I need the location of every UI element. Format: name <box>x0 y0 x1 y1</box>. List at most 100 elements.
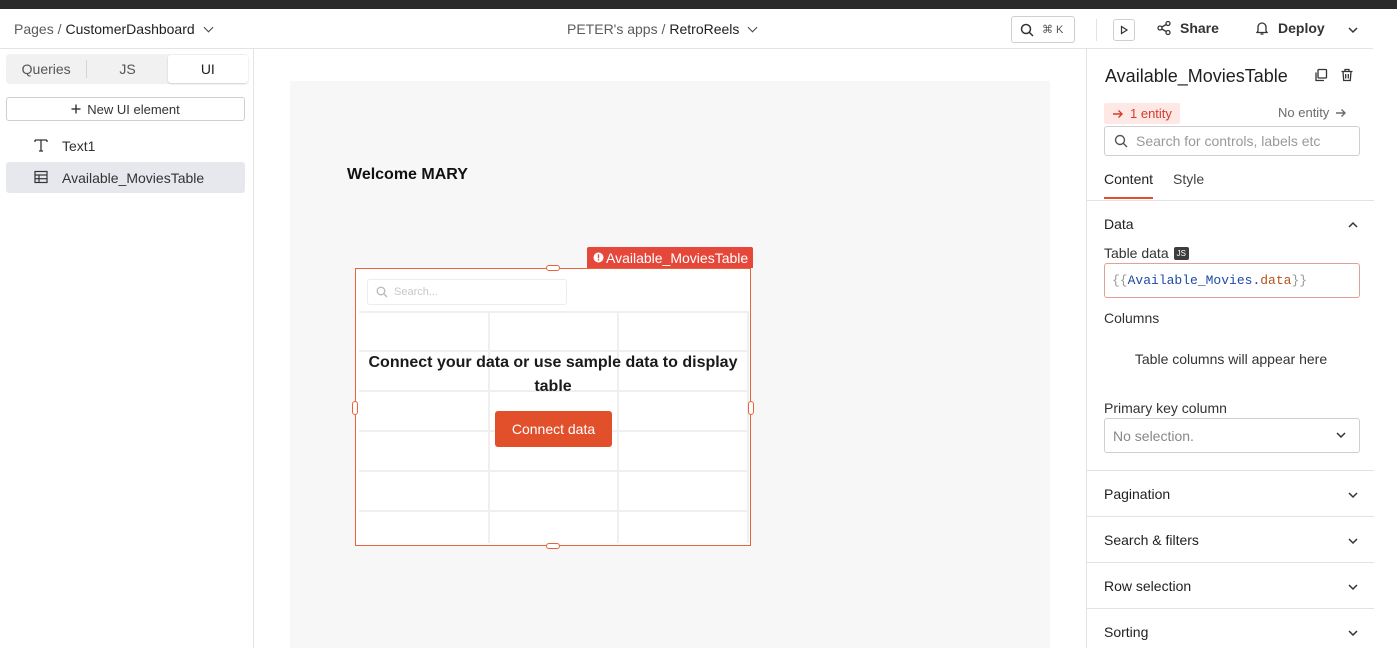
tree-item-label: Available_MoviesTable <box>62 169 205 186</box>
table-search-placeholder: Search... <box>394 286 439 298</box>
widget-name-label: Available_MoviesTable <box>606 249 749 266</box>
binding-open: {{ <box>1112 273 1128 288</box>
columns-placeholder: Table columns will appear here <box>1134 351 1328 367</box>
chevron-down-icon <box>1336 432 1346 439</box>
available-moviestable-widget[interactable]: Search... Connect your data or use sampl… <box>355 268 751 546</box>
app-header: Pages / CustomerDashboard PETER's apps /… <box>0 9 1373 49</box>
new-ui-element-button[interactable]: New UI element <box>6 97 245 121</box>
binding-close: }} <box>1291 273 1308 288</box>
no-entity-label: No entity <box>1278 105 1330 120</box>
binding-object: Available_Movies <box>1127 273 1253 288</box>
js-toggle-badge[interactable]: JS <box>1173 246 1189 260</box>
search-filters-section-title[interactable]: Search & filters <box>1104 532 1199 548</box>
section-divider <box>1087 470 1375 471</box>
columns-label: Columns <box>1104 310 1160 326</box>
app-name: RetroReels <box>669 21 740 37</box>
header-divider <box>1096 19 1097 41</box>
share-button[interactable]: Share <box>1156 20 1219 36</box>
workspace-name: PETER's apps / <box>567 21 666 37</box>
copy-icon[interactable] <box>1314 68 1328 82</box>
background-window <box>1374 9 1397 49</box>
connect-data-button[interactable]: Connect data <box>495 411 612 447</box>
table-data-input[interactable]: {{Available_Movies. data}} <box>1104 263 1360 298</box>
chevron-down-icon[interactable] <box>1347 489 1359 501</box>
chevron-down-icon[interactable] <box>1347 581 1359 593</box>
property-pane: Available_MoviesTable 1 entity No entity… <box>1086 49 1375 648</box>
sidebar-tabs: Queries JS UI <box>6 55 248 83</box>
table-grid-line <box>359 510 747 512</box>
primary-key-label: Primary key column <box>1104 400 1227 416</box>
data-section-title[interactable]: Data <box>1104 216 1134 232</box>
background-window-edge <box>1374 49 1397 648</box>
property-pane-title[interactable]: Available_MoviesTable <box>1105 66 1288 87</box>
table-icon <box>34 170 48 184</box>
tab-queries[interactable]: Queries <box>6 55 86 83</box>
tree-item-available-moviestable[interactable]: Available_MoviesTable <box>6 162 245 193</box>
primary-key-select[interactable]: No selection. <box>1104 418 1360 453</box>
deploy-options-button[interactable] <box>1347 23 1359 41</box>
text-icon <box>34 139 48 152</box>
empty-table-message: Connect your data or use sample data to … <box>368 354 738 395</box>
omnibar-search-button[interactable]: ⌘ K <box>1011 16 1075 43</box>
app-breadcrumb[interactable]: PETER's apps / RetroReels <box>567 21 760 37</box>
left-sidebar: Queries JS UI New UI element Text1 Avail… <box>0 49 254 648</box>
resize-handle-right[interactable] <box>748 401 754 415</box>
arrow-right-icon <box>1336 108 1347 117</box>
entity-badge[interactable]: 1 entity <box>1104 103 1180 124</box>
page-name: CustomerDashboard <box>65 21 195 37</box>
tab-style[interactable]: Style <box>1173 171 1204 199</box>
deploy-label: Deploy <box>1278 20 1325 36</box>
primary-key-value: No selection. <box>1113 427 1194 444</box>
pagination-section-title[interactable]: Pagination <box>1104 486 1170 502</box>
chevron-up-icon[interactable] <box>1347 219 1359 231</box>
search-icon <box>1020 23 1034 37</box>
bell-icon <box>1255 22 1269 35</box>
deploy-button[interactable]: Deploy <box>1254 20 1325 36</box>
table-grid-line <box>617 311 619 543</box>
page-breadcrumb[interactable]: Pages / CustomerDashboard <box>14 21 216 37</box>
section-divider <box>1087 516 1375 517</box>
chevron-down-icon[interactable] <box>1347 535 1359 547</box>
widget-name-tag[interactable]: Available_MoviesTable <box>587 247 754 268</box>
preview-button[interactable] <box>1113 19 1135 41</box>
pages-label: Pages / <box>14 21 62 37</box>
chevron-down-icon[interactable] <box>1347 627 1359 639</box>
table-grid-line <box>359 311 747 313</box>
share-icon <box>1157 20 1171 36</box>
table-search-input[interactable]: Search... <box>367 279 567 305</box>
property-tabs: Content Style <box>1104 171 1204 199</box>
new-ui-element-label: New UI element <box>87 101 180 117</box>
tab-js[interactable]: JS <box>87 55 167 83</box>
tabs-divider <box>1087 200 1374 201</box>
search-icon <box>1114 134 1128 148</box>
table-data-label: Table data JS <box>1104 245 1189 261</box>
property-search-input[interactable]: Search for controls, labels etc <box>1104 126 1360 156</box>
resize-handle-left[interactable] <box>352 401 358 415</box>
tab-content[interactable]: Content <box>1104 171 1154 199</box>
property-pane-actions <box>1314 68 1354 82</box>
chevron-down-icon <box>747 22 758 32</box>
search-shortcut: ⌘ K <box>1042 24 1064 36</box>
text1-widget[interactable]: Welcome MARY <box>347 166 468 184</box>
tree-item-label: Text1 <box>62 137 96 154</box>
play-icon <box>1120 25 1129 35</box>
chevron-down-icon <box>1348 27 1358 34</box>
tab-ui[interactable]: UI <box>167 55 248 83</box>
row-selection-section-title[interactable]: Row selection <box>1104 578 1191 594</box>
sorting-section-title[interactable]: Sorting <box>1104 624 1148 640</box>
share-label: Share <box>1180 20 1219 36</box>
plus-icon <box>71 104 81 114</box>
trash-icon[interactable] <box>1340 68 1354 82</box>
table-grid-line <box>359 470 747 472</box>
section-divider <box>1087 608 1375 609</box>
tree-item-text1[interactable]: Text1 <box>6 130 245 161</box>
arrow-right-icon <box>1113 109 1123 118</box>
resize-handle-top[interactable] <box>546 265 560 271</box>
no-entity-link[interactable]: No entity <box>1278 105 1347 120</box>
chevron-down-icon <box>203 22 214 32</box>
resize-handle-bottom[interactable] <box>546 543 560 549</box>
entity-count: 1 entity <box>1130 106 1172 121</box>
binding-dot: . <box>1252 273 1261 288</box>
binding-prop: data <box>1260 273 1292 288</box>
table-grid-line <box>488 311 490 543</box>
